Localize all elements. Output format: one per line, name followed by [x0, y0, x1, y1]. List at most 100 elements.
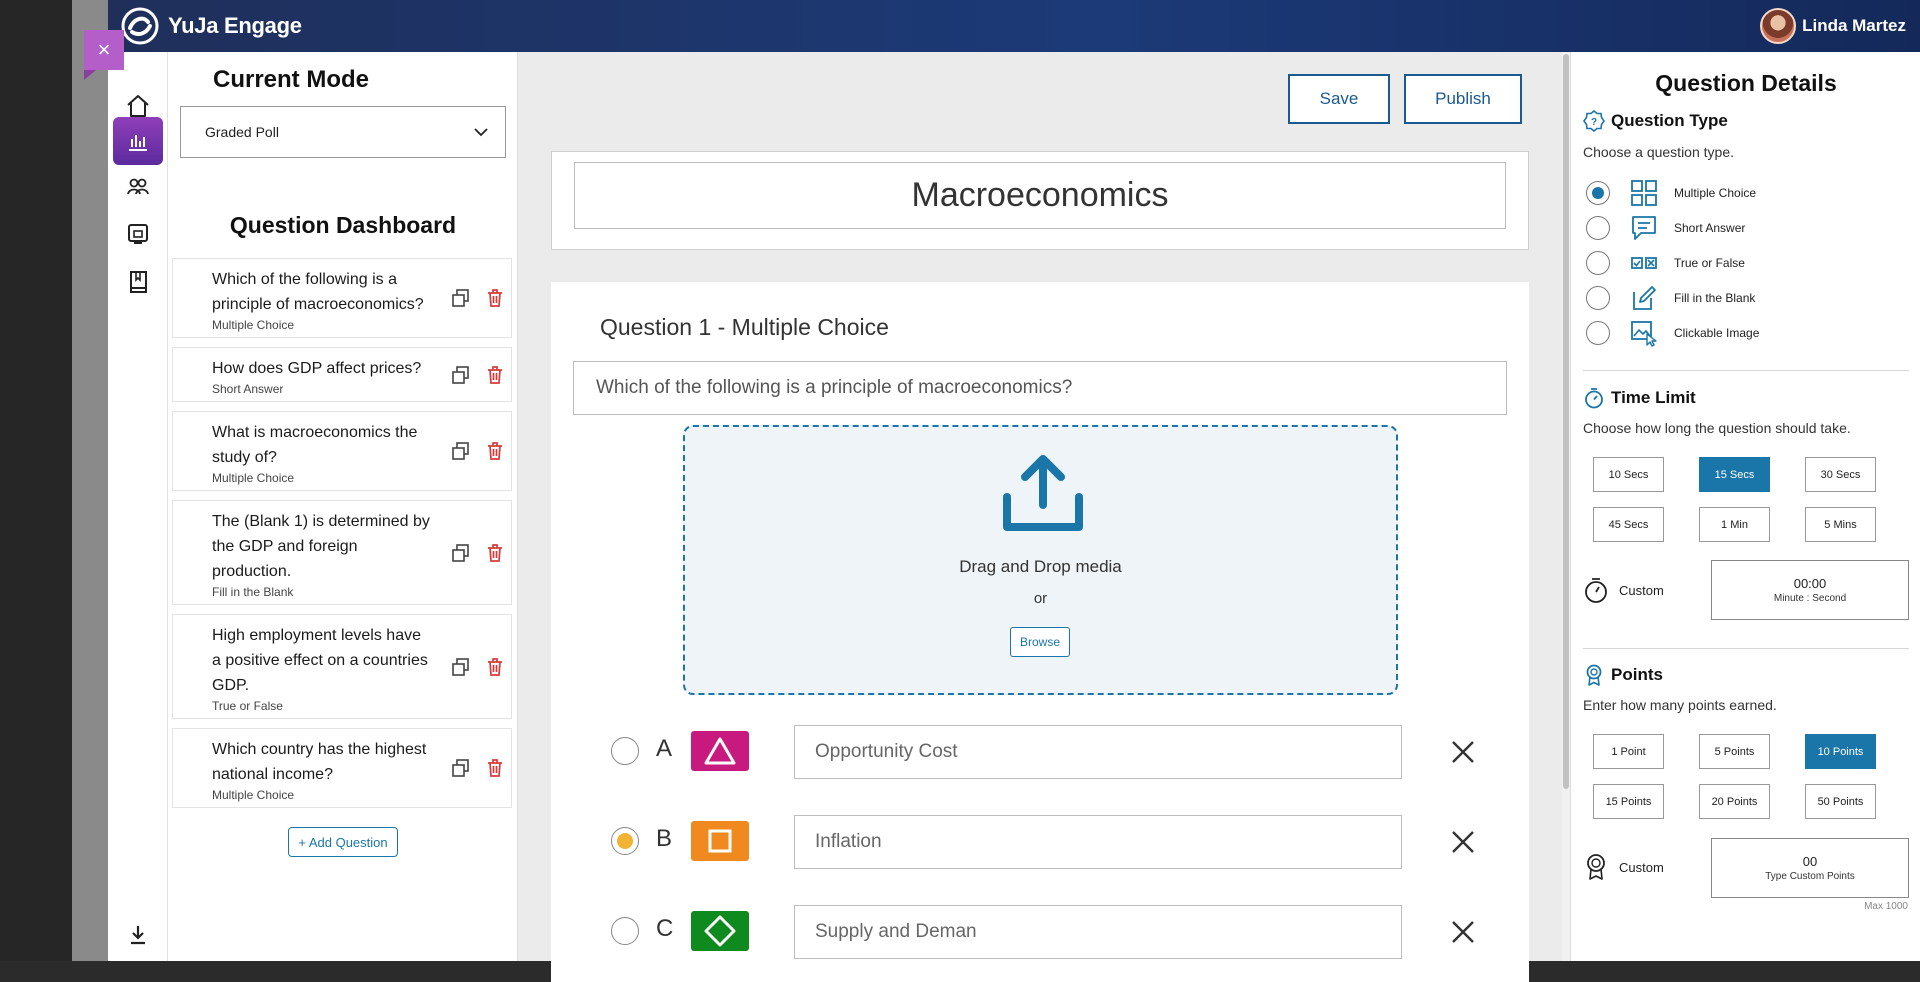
rail-users[interactable] [113, 163, 163, 211]
question-type-radio[interactable] [1586, 251, 1610, 275]
option-text-input[interactable]: Opportunity Cost [794, 725, 1402, 779]
remove-option-icon[interactable] [1449, 828, 1477, 856]
add-question-button[interactable]: + Add Question [288, 827, 398, 857]
time-chip-30-secs[interactable]: 30 Secs [1805, 457, 1876, 492]
question-card-text: The (Blank 1) is determined by the GDP a… [212, 513, 430, 580]
question-type-label: True or False [1674, 256, 1745, 270]
points-chip-15[interactable]: 15 Points [1593, 784, 1664, 819]
browse-button[interactable]: Browse [1010, 627, 1070, 657]
rail-presentation[interactable] [113, 210, 163, 258]
question-type-option[interactable]: Clickable Image [1583, 318, 1903, 348]
option-letter: C [656, 915, 674, 942]
delete-icon[interactable] [485, 288, 505, 308]
question-card[interactable]: What is macroeconomics the study of? Mul… [172, 411, 512, 491]
question-card-text: Which of the following is a principle of… [212, 271, 424, 313]
custom-points-input[interactable]: 00 Type Custom Points [1711, 838, 1909, 898]
save-button[interactable]: Save [1288, 74, 1390, 124]
question-type-option[interactable]: Fill in the Blank [1583, 283, 1903, 313]
question-details-panel: Question Details ? Question Type Choose … [1570, 52, 1920, 961]
question-text-input[interactable]: Which of the following is a principle of… [573, 361, 1507, 415]
remove-option-icon[interactable] [1449, 738, 1477, 766]
custom-time-hint: Minute : Second [1773, 593, 1847, 604]
poll-title-card: Macroeconomics [551, 151, 1529, 250]
rail-polls[interactable] [113, 117, 163, 165]
option-text-input[interactable]: Inflation [794, 815, 1402, 869]
custom-time-input[interactable]: 00:00 Minute : Second [1711, 560, 1909, 620]
option-radio[interactable] [611, 827, 639, 855]
custom-time-row: Custom [1583, 576, 1664, 604]
question-type-radio[interactable] [1586, 321, 1610, 345]
stopwatch-icon [1585, 578, 1607, 603]
question-card[interactable]: Which country has the highest national i… [172, 728, 512, 808]
publish-button[interactable]: Publish [1404, 74, 1522, 124]
points-chip-10[interactable]: 10 Points [1805, 734, 1876, 769]
question-card-type: Short Answer [212, 382, 284, 396]
duplicate-icon[interactable] [451, 657, 471, 677]
duplicate-icon[interactable] [451, 288, 471, 308]
question-card[interactable]: Which of the following is a principle of… [172, 258, 512, 338]
media-dropzone[interactable]: Drag and Drop media or Browse [683, 425, 1398, 695]
chat-lines-icon [1632, 216, 1656, 240]
duplicate-icon[interactable] [451, 543, 471, 563]
main-scrollbar[interactable] [1562, 52, 1570, 961]
option-text-input[interactable]: Supply and Deman [794, 905, 1402, 959]
answer-option: A Opportunity Cost [551, 725, 1529, 779]
time-chip-45-secs[interactable]: 45 Secs [1593, 507, 1664, 542]
duplicate-icon[interactable] [451, 758, 471, 778]
duplicate-icon[interactable] [451, 441, 471, 461]
question-editor: Save Publish Macroeconomics Question 1 -… [518, 52, 1563, 982]
upload-icon [1003, 455, 1083, 531]
square-icon [691, 821, 749, 861]
question-card-text: Which country has the highest national i… [212, 741, 427, 783]
mode-select[interactable]: Graded Poll [180, 106, 506, 158]
close-panel-button[interactable]: × [84, 30, 124, 80]
scrollbar-thumb[interactable] [1563, 54, 1569, 789]
points-chip-20[interactable]: 20 Points [1699, 784, 1770, 819]
points-chip-50[interactable]: 50 Points [1805, 784, 1876, 819]
answer-option: C Supply and Deman [551, 905, 1529, 959]
points-chip-5[interactable]: 5 Points [1699, 734, 1770, 769]
option-radio[interactable] [611, 737, 639, 765]
svg-text:?: ? [1591, 117, 1597, 128]
question-type-option[interactable]: True or False [1583, 248, 1903, 278]
question-type-radio[interactable] [1586, 181, 1610, 205]
option-radio[interactable] [611, 917, 639, 945]
custom-time-value: 00:00 [1793, 576, 1827, 591]
time-chip-10-secs[interactable]: 10 Secs [1593, 457, 1664, 492]
time-chip-1-min[interactable]: 1 Min [1699, 507, 1770, 542]
user-menu[interactable]: Linda Martez [1760, 8, 1906, 44]
close-icon: × [97, 37, 111, 62]
question-type-label: Short Answer [1674, 221, 1746, 235]
points-chip-1[interactable]: 1 Point [1593, 734, 1664, 769]
delete-icon[interactable] [485, 758, 505, 778]
timer-icon [1585, 388, 1603, 409]
question-card[interactable]: High employment levels have a positive e… [172, 614, 512, 719]
rail-library[interactable] [113, 258, 163, 306]
time-chip-5-mins[interactable]: 5 Mins [1805, 507, 1876, 542]
question-type-radio[interactable] [1586, 286, 1610, 310]
download-icon[interactable] [128, 924, 148, 946]
delete-icon[interactable] [485, 441, 505, 461]
question-type-radio[interactable] [1586, 216, 1610, 240]
question-type-label: Multiple Choice [1674, 186, 1757, 200]
remove-option-icon[interactable] [1449, 918, 1477, 946]
question-type-option[interactable]: Short Answer [1583, 213, 1903, 243]
delete-icon[interactable] [485, 657, 505, 677]
delete-icon[interactable] [485, 543, 505, 563]
question-type-option[interactable]: Multiple Choice [1583, 178, 1903, 208]
question-card-editor: Question 1 - Multiple Choice Which of th… [551, 282, 1529, 982]
brand[interactable]: YuJa Engage [120, 6, 302, 46]
question-dashboard-panel: Current Mode Graded Poll Question Dashbo… [168, 52, 518, 961]
question-card-type: Multiple Choice [212, 471, 295, 485]
poll-title-input[interactable]: Macroeconomics [574, 162, 1506, 229]
question-dashboard-title: Question Dashboard [229, 212, 457, 238]
custom-points-label: Custom [1619, 859, 1664, 875]
question-card[interactable]: The (Blank 1) is determined by the GDP a… [172, 500, 512, 605]
question-card[interactable]: How does GDP affect prices? Short Answer [172, 347, 512, 402]
duplicate-icon[interactable] [451, 365, 471, 385]
delete-icon[interactable] [485, 365, 505, 385]
current-mode-title: Current Mode [213, 66, 369, 93]
answer-option: B Inflation [551, 815, 1529, 869]
dropzone-label: Drag and Drop media [959, 557, 1122, 576]
time-chip-15-secs[interactable]: 15 Secs [1699, 457, 1770, 492]
